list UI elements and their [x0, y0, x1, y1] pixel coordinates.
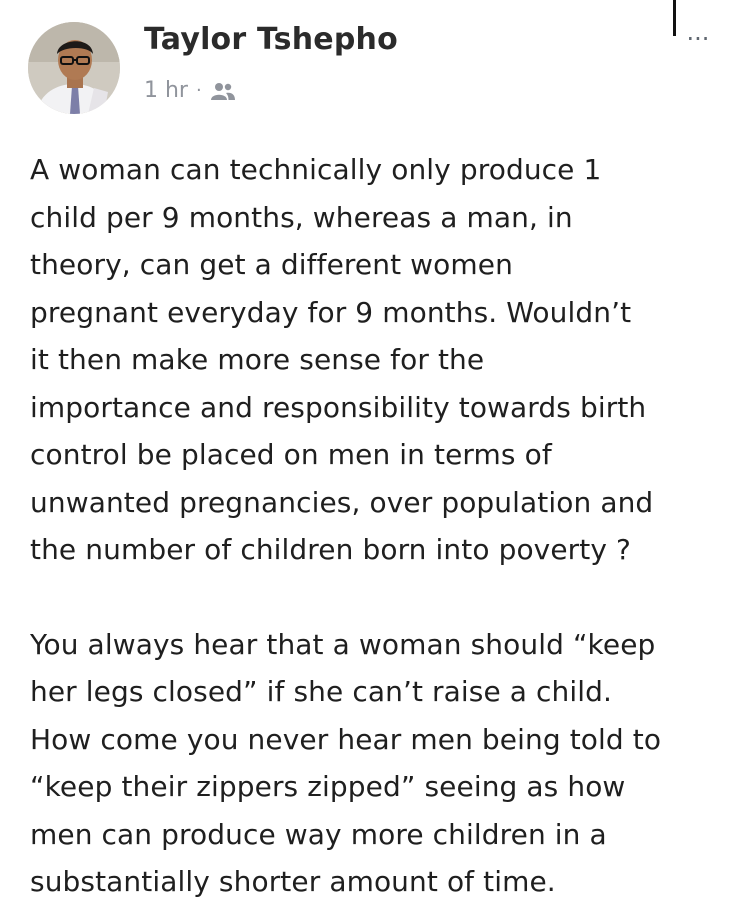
- friends-icon[interactable]: [210, 81, 236, 101]
- timestamp[interactable]: 1 hr: [144, 78, 188, 103]
- avatar-image: [28, 22, 120, 114]
- post-paragraph-1: A woman can technically only produce 1 c…: [30, 153, 654, 566]
- meta-separator: ·: [195, 80, 202, 101]
- post-header: Taylor Tshepho 1 hr · ...: [28, 0, 728, 118]
- author-name[interactable]: Taylor Tshepho: [144, 22, 398, 57]
- post-body: A woman can technically only produce 1 c…: [30, 146, 730, 906]
- post-meta: 1 hr ·: [144, 78, 236, 103]
- ellipsis-icon: ...: [686, 18, 710, 46]
- post-paragraph-2: You always hear that a woman should “kee…: [30, 627, 662, 899]
- more-options-button[interactable]: ...: [668, 18, 728, 58]
- avatar[interactable]: [28, 22, 120, 114]
- post-card: Taylor Tshepho 1 hr · ... A woman can te…: [0, 0, 750, 909]
